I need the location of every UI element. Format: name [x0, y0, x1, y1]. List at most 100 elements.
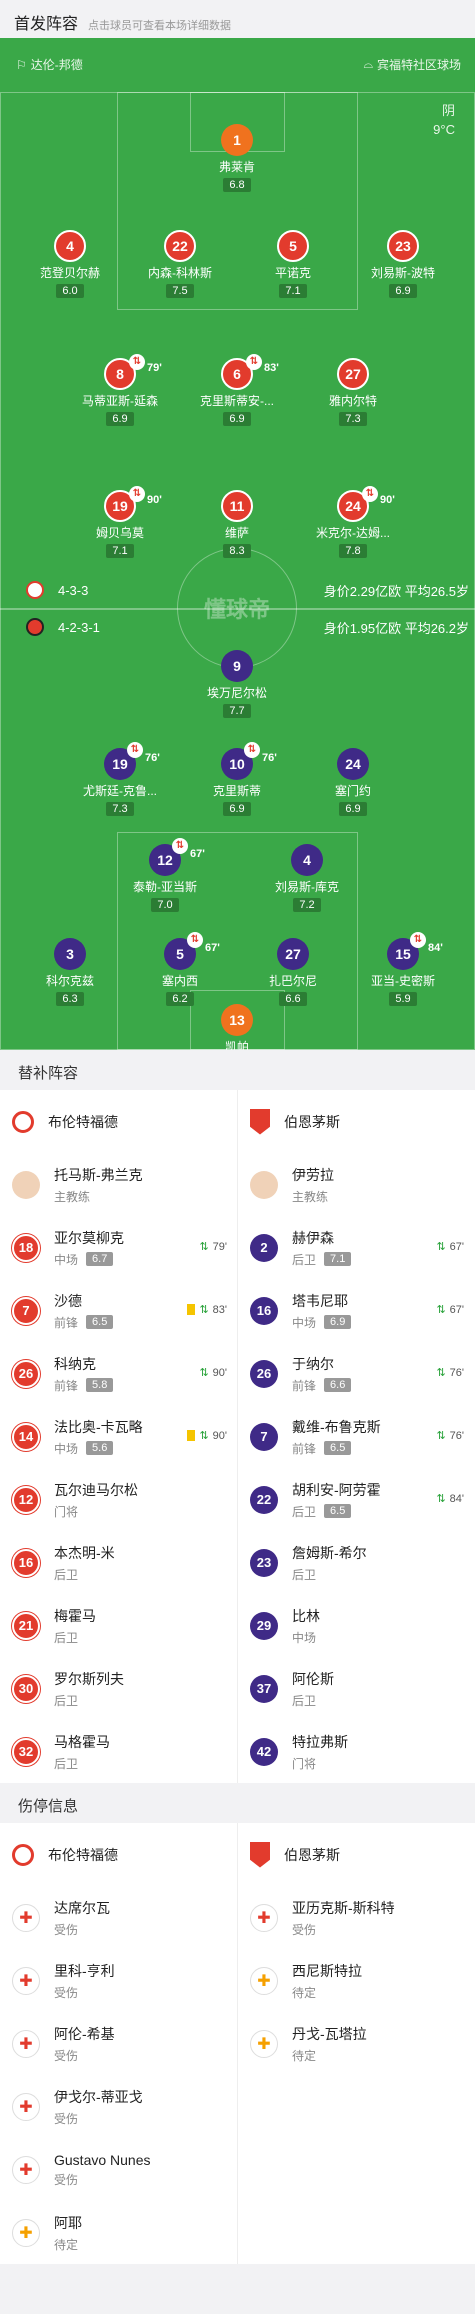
team-row[interactable]: 布伦特福德 [0, 1090, 237, 1153]
injury-row[interactable]: ✚ 阿耶 待定 [0, 2201, 237, 2264]
sub-in-icon: ⇅ [199, 1241, 209, 1253]
pitch-player[interactable]: 11 维萨 8.3 [172, 490, 302, 559]
pitch-player[interactable]: 24 塞门约 6.9 [288, 748, 418, 817]
player-number: 18 [12, 1233, 40, 1262]
team-row[interactable]: 伯恩茅斯 [238, 1090, 474, 1153]
sub-player-row[interactable]: 7 戴维-布鲁克斯 前锋 6.5 ⇅ 76' [238, 1405, 474, 1468]
pitch-player[interactable]: 22 内森-科林斯 7.5 [115, 230, 245, 299]
player-name: 埃万尼尔松 [206, 686, 267, 700]
injury-row[interactable]: ✚ 里科-亨利 受伤 [0, 1949, 237, 2012]
pitch-player[interactable]: 5 ⇅ 67' 塞内西 6.2 [115, 932, 245, 1007]
sub-player-row[interactable]: 22 胡利安-阿劳霍 后卫 6.5 ⇅ 84' [238, 1468, 474, 1531]
player-position: 后卫 [292, 1504, 317, 1519]
bournemouth-logo-icon [26, 618, 44, 636]
home-formation-stats: 身价2.29亿欧 平均26.5岁 [323, 584, 469, 599]
sub-player-row[interactable]: 2 赫伊森 后卫 7.1 ⇅ 67' [238, 1216, 474, 1279]
substitution-minute: 84' [428, 942, 443, 954]
player-number: 5 [277, 230, 309, 262]
sub-minute: 67' [449, 1303, 464, 1316]
sub-player-row[interactable]: 14 法比奥-卡瓦略 中场 5.6 ⇅ 90' [0, 1405, 237, 1468]
subs-columns: 布伦特福德 托马斯-弗兰克 主教练 18 亚尔莫柳克 中场 6.7 ⇅ 79' 7 沙德 前锋 6.5 ⇅… [0, 1090, 475, 1783]
player-rating: 5.6 [86, 1441, 114, 1455]
sub-player-row[interactable]: 16 塔韦尼耶 中场 6.9 ⇅ 67' [238, 1279, 474, 1342]
injury-status: 受伤 [54, 1922, 79, 1937]
player-position: 主教练 [54, 1189, 91, 1204]
sub-player-row[interactable]: 18 亚尔莫柳克 中场 6.7 ⇅ 79' [0, 1216, 237, 1279]
sub-in-icon: ⇅ [199, 1304, 209, 1316]
substitution-icon: ⇅ [129, 354, 145, 370]
pitch-player[interactable]: 1 弗莱肯 6.8 [172, 124, 302, 193]
injury-status: 待定 [292, 2048, 317, 2063]
sub-in-icon: ⇅ [436, 1430, 446, 1442]
player-number: 8 ⇅ 79' [104, 354, 162, 390]
player-position: 后卫 [54, 1693, 79, 1708]
sub-event: ⇅ 79' [199, 1240, 227, 1254]
player-number: 11 [221, 490, 253, 522]
lineup-header: 首发阵容 点击球员可查看本场详细数据 [0, 0, 475, 38]
sub-player-row[interactable]: 21 梅霍马 后卫 [0, 1594, 237, 1657]
sub-minute: 67' [449, 1240, 464, 1253]
pitch-player[interactable]: 19 ⇅ 90' 姆贝乌莫 7.1 [55, 486, 185, 559]
player-name: Gustavo Nunes [54, 2151, 151, 2168]
player-name: 比林 [292, 1607, 320, 1624]
pitch-player[interactable]: 12 ⇅ 67' 泰勒-亚当斯 7.0 [100, 838, 230, 913]
player-name: 法比奥-卡瓦略 [54, 1418, 143, 1435]
doubtful-icon: ✚ [12, 2218, 40, 2247]
home-formation: 4-3-3 [26, 581, 88, 599]
sub-player-row[interactable]: 托马斯-弗兰克 主教练 [0, 1153, 237, 1216]
sub-player-row[interactable]: 42 特拉弗斯 门将 [238, 1720, 474, 1783]
sub-player-row[interactable]: 26 科纳克 前锋 5.8 ⇅ 90' [0, 1342, 237, 1405]
pitch-player[interactable]: 15 ⇅ 84' 亚当-史密斯 5.9 [338, 932, 468, 1007]
pitch-player[interactable]: 27 雅内尔特 7.3 [288, 358, 418, 427]
sub-player-row[interactable]: 26 于纳尔 前锋 6.6 ⇅ 76' [238, 1342, 474, 1405]
yellow-card-icon [187, 1430, 196, 1441]
sub-player-row[interactable]: 伊劳拉 主教练 [238, 1153, 474, 1216]
injury-row[interactable]: ✚ 阿伦-希基 受伤 [0, 2012, 237, 2075]
team-row[interactable]: 布伦特福德 [0, 1823, 237, 1886]
substitution-minute: 67' [190, 848, 205, 860]
pitch: ⚐ 达伦-邦德 ⌓ 宾福特社区球场 阴 9°C 懂球帝 4-3-3 身价2.29… [0, 38, 475, 1050]
player-rating: 6.5 [86, 1315, 114, 1329]
injury-icon: ✚ [12, 2029, 40, 2058]
player-number: 14 [12, 1422, 40, 1451]
pitch-player[interactable]: 10 ⇅ 76' 克里斯蒂 6.9 [172, 742, 302, 817]
sub-player-row[interactable]: 7 沙德 前锋 6.5 ⇅ 83' [0, 1279, 237, 1342]
sub-player-row[interactable]: 32 马格霍马 后卫 [0, 1720, 237, 1783]
doubtful-icon: ✚ [250, 2029, 278, 2058]
injury-row[interactable]: ✚ 亚历克斯-斯科特 受伤 [238, 1886, 474, 1949]
player-rating: 6.6 [324, 1378, 352, 1392]
injury-row[interactable]: ✚ 丹戈-瓦塔拉 待定 [238, 2012, 474, 2075]
player-number: 4 [54, 230, 86, 262]
sub-player-row[interactable]: 16 本杰明-米 后卫 [0, 1531, 237, 1594]
pitch-player[interactable]: 9 埃万尼尔松 7.7 [172, 650, 302, 719]
player-rating: 8.3 [223, 544, 251, 558]
player-number: 3 [54, 938, 86, 970]
pitch-player[interactable]: 4 刘易斯-库克 7.2 [242, 844, 372, 913]
pitch-player[interactable]: 23 刘易斯-波特 6.9 [338, 230, 468, 299]
player-name: 丹戈-瓦塔拉 [292, 2025, 367, 2042]
pitch-player[interactable]: 24 ⇅ 90' 米克尔-达姆... 7.8 [288, 486, 418, 559]
sub-player-row[interactable]: 29 比林 中场 [238, 1594, 474, 1657]
player-rating: 5.9 [389, 992, 417, 1006]
pitch-player[interactable]: 13凯帕6.9 [172, 1004, 302, 1050]
sub-player-row[interactable]: 12 瓦尔迪马尔松 门将 [0, 1468, 237, 1531]
sub-in-icon: ⇅ [436, 1493, 446, 1505]
injury-row[interactable]: ✚ Gustavo Nunes 受伤 [0, 2138, 237, 2201]
away-subs: 伯恩茅斯 伊劳拉 主教练 2 赫伊森 后卫 7.1 ⇅ 67' 16 塔韦尼耶 中场 6.9 ⇅ 67' 26… [237, 1090, 474, 1783]
sub-player-row[interactable]: 23 詹姆斯-希尔 后卫 [238, 1531, 474, 1594]
player-rating: 7.2 [293, 898, 321, 912]
player-name: 雅内尔特 [328, 394, 377, 408]
player-name: 姆贝乌莫 [95, 526, 144, 540]
sub-player-row[interactable]: 30 罗尔斯列夫 后卫 [0, 1657, 237, 1720]
team-row[interactable]: 伯恩茅斯 [238, 1823, 474, 1886]
injury-row[interactable]: ✚ 达席尔瓦 受伤 [0, 1886, 237, 1949]
pitch-player[interactable]: 8 ⇅ 79' 马蒂亚斯-延森 6.9 [55, 354, 185, 427]
player-name: 弗莱肯 [218, 160, 255, 174]
sub-player-row[interactable]: 37 阿伦斯 后卫 [238, 1657, 474, 1720]
pitch-player[interactable]: 19 ⇅ 76' 尤斯廷-克鲁... 7.3 [55, 742, 185, 817]
pitch-player[interactable]: 6 ⇅ 83' 克里斯蒂安-... 6.9 [172, 354, 302, 427]
injury-row[interactable]: ✚ 西尼斯特拉 待定 [238, 1949, 474, 2012]
player-rating: 5.8 [86, 1378, 114, 1392]
injury-row[interactable]: ✚ 伊戈尔-蒂亚戈 受伤 [0, 2075, 237, 2138]
player-number: 22 [250, 1485, 278, 1514]
